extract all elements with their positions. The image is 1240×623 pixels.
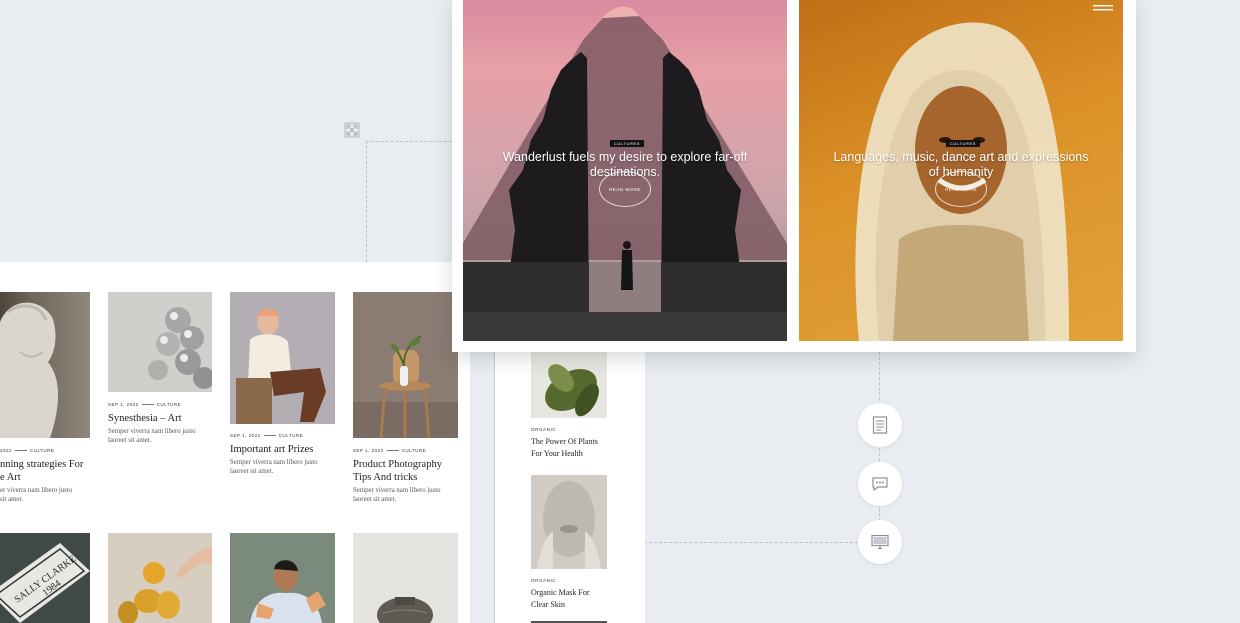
category-badge[interactable]: CULTURES [946, 140, 981, 147]
sidebar-post-title[interactable]: The Power Of Plants For Your Health [531, 436, 641, 460]
read-more-button[interactable]: READ MORE [935, 171, 987, 207]
post-image-portrait-man[interactable] [230, 292, 335, 424]
post-title[interactable]: nning strategies For e Art [0, 458, 90, 484]
monitor-icon [871, 534, 889, 550]
connector-top [366, 141, 452, 142]
hero-slider-panel: CULTURES Wanderlust fuels my desire to e… [452, 0, 1136, 352]
connector-left [366, 141, 367, 262]
post-image-statue[interactable] [0, 292, 90, 438]
document-icon [872, 416, 888, 434]
hamburger-menu-icon[interactable] [1093, 0, 1115, 11]
category-badge[interactable]: CULTURES [610, 140, 645, 147]
sidebar-post-tag: ORGANIC [531, 578, 557, 583]
post-excerpt: er viverra nam libero justo sit amet. [0, 487, 73, 503]
post-meta: SEP 1, 2022 CULTURE [108, 402, 182, 407]
hero-slide-portrait[interactable]: CULTURES Languages, music, dance art and… [799, 0, 1123, 341]
connector-right [879, 352, 880, 542]
post-image-sign[interactable]: SALLY CLARKE 1984 [0, 533, 90, 623]
monitor-icon-button[interactable] [858, 520, 902, 564]
post-meta: 2022 CULTURE [0, 448, 55, 453]
hero-slide-temple[interactable]: CULTURES Wanderlust fuels my desire to e… [463, 0, 787, 341]
post-meta: SEP 1, 2022 CULTURE [230, 433, 304, 438]
chat-bubble-icon [872, 477, 888, 491]
blog-grid-panel: 2022 CULTURE nning strategies For e Art e… [0, 262, 470, 623]
sidebar-image-face-mask[interactable] [531, 475, 607, 569]
post-title[interactable]: Important art Prizes [230, 443, 340, 456]
post-image-glass-spheres[interactable] [108, 292, 212, 392]
sidebar-image-plant[interactable] [531, 350, 607, 418]
post-excerpt: Semper viverra nam libero justo laoreet … [353, 487, 441, 503]
post-image-portrait-person[interactable] [230, 533, 335, 623]
post-image-vase[interactable] [353, 533, 458, 623]
read-more-button[interactable]: READ MORE [599, 171, 651, 207]
post-image-chair-vase[interactable] [353, 292, 458, 438]
connector-bottom [644, 542, 858, 543]
post-excerpt: Semper viverra nam libero justo laoreet … [230, 459, 318, 475]
document-icon-button[interactable] [858, 403, 902, 447]
post-title[interactable]: Synesthesia – Art [108, 412, 213, 425]
sidebar-post-title[interactable]: Organic Mask For Clear Skin [531, 587, 641, 611]
post-excerpt: Semper viverra nam libero justo laoreet … [108, 428, 196, 444]
expand-icon[interactable] [344, 122, 360, 138]
post-meta: SEP 1, 2022 CULTURE [353, 448, 427, 453]
post-title[interactable]: Product Photography Tips And tricks [353, 458, 463, 484]
sidebar-posts-panel: ORGANIC The Power Of Plants For Your Hea… [494, 340, 645, 623]
chat-icon-button[interactable] [858, 462, 902, 506]
post-image-lemons[interactable] [108, 533, 212, 623]
sidebar-post-tag: ORGANIC [531, 427, 557, 432]
